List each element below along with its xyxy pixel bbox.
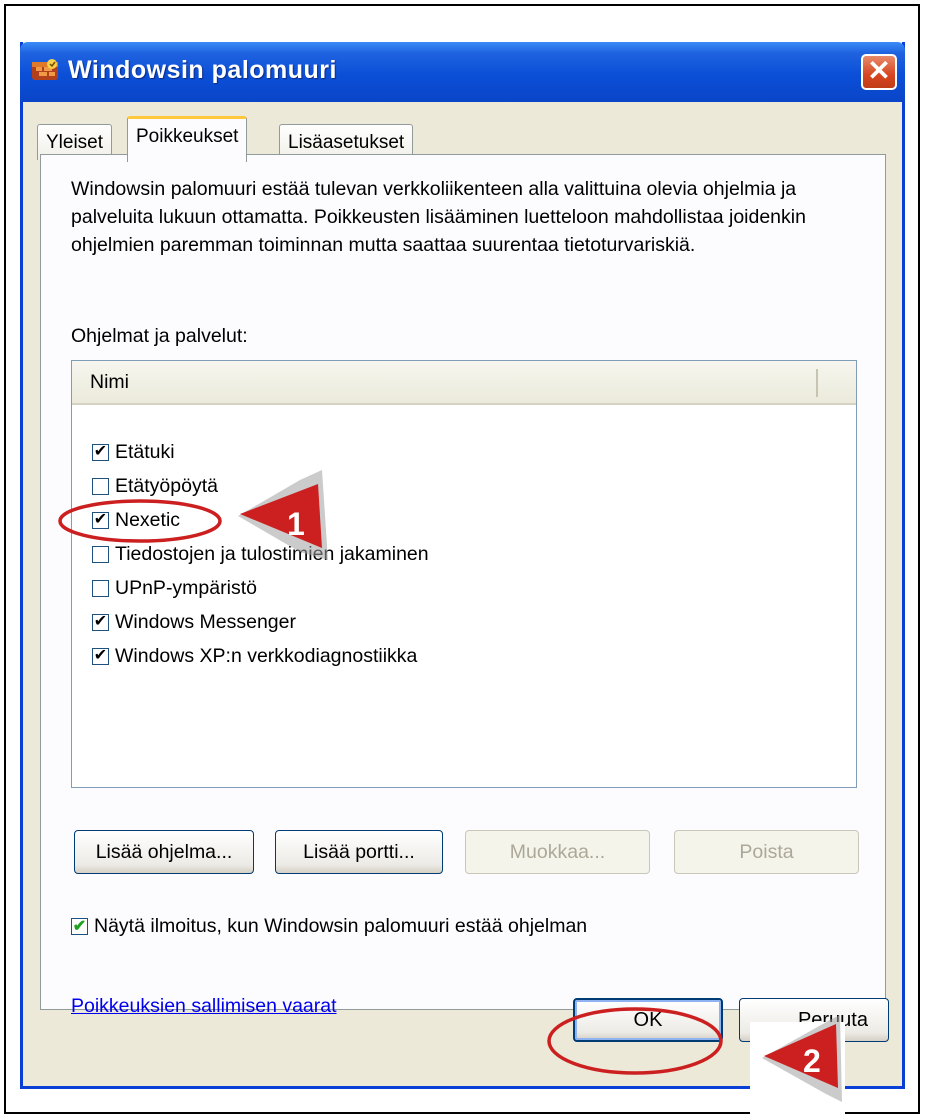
list-item-label: Windows Messenger bbox=[115, 610, 296, 633]
window-title: Windowsin palomuuri bbox=[68, 56, 337, 84]
cancel-button[interactable]: Peruuta bbox=[739, 998, 889, 1042]
list-item-label: Windows XP:n verkkodiagnostiikka bbox=[115, 644, 418, 667]
tab-label: Lisäasetukset bbox=[288, 132, 405, 153]
checkbox-nexetic[interactable]: ✔ bbox=[92, 511, 109, 529]
delete-button[interactable]: Poista bbox=[674, 830, 859, 874]
tab-label: Poikkeukset bbox=[136, 126, 239, 147]
edit-button[interactable]: Muokkaa... bbox=[465, 830, 650, 874]
title-bar[interactable]: Windowsin palomuuri ✕ bbox=[20, 42, 905, 102]
add-port-button[interactable]: Lisää portti... bbox=[275, 830, 443, 874]
checkbox-upnp[interactable] bbox=[92, 579, 109, 597]
exceptions-panel: Windowsin palomuuri estää tulevan verkko… bbox=[40, 154, 886, 1017]
list-item-windows-messenger[interactable]: ✔ Windows Messenger bbox=[92, 605, 429, 639]
close-icon: ✕ bbox=[867, 55, 891, 86]
description-text: Windowsin palomuuri estää tulevan verkko… bbox=[71, 178, 806, 256]
column-header-name: Nimi bbox=[90, 371, 129, 393]
notify-option[interactable]: ✔ Näytä ilmoitus, kun Windowsin palomuur… bbox=[71, 915, 587, 938]
tab-poikkeukset[interactable]: Poikkeukset bbox=[127, 116, 248, 162]
list-item-nexetic[interactable]: ✔ Nexetic bbox=[92, 503, 429, 537]
column-separator[interactable] bbox=[816, 369, 818, 397]
close-button[interactable]: ✕ bbox=[861, 54, 897, 90]
notify-checkbox[interactable]: ✔ bbox=[71, 918, 88, 935]
list-item-etatuki[interactable]: ✔ Etätuki bbox=[92, 435, 429, 469]
list-item-label: Nexetic bbox=[115, 508, 181, 531]
list-item-file-sharing[interactable]: Tiedostojen ja tulostimien jakaminen bbox=[92, 537, 429, 571]
firewall-dialog: Windowsin palomuuri ✕ Yleiset Poikkeukse… bbox=[20, 42, 905, 1089]
programs-listbox[interactable]: Nimi ✔ Etätuki Etätyöpöytä ✔ Nexetic Tie… bbox=[71, 360, 857, 788]
checkbox-etatuki[interactable]: ✔ bbox=[92, 443, 109, 461]
list-item-network-diagnostics[interactable]: ✔ Windows XP:n verkkodiagnostiikka bbox=[92, 639, 429, 673]
checkbox-etatyopoyta[interactable] bbox=[92, 477, 109, 495]
programs-list-label: Ohjelmat ja palvelut: bbox=[71, 325, 248, 347]
programs-list: ✔ Etätuki Etätyöpöytä ✔ Nexetic Tiedosto… bbox=[92, 435, 429, 673]
firewall-icon bbox=[32, 59, 58, 80]
exception-risks-link[interactable]: Poikkeuksien sallimisen vaarat bbox=[71, 995, 337, 1018]
column-header[interactable]: Nimi bbox=[72, 361, 856, 405]
checkbox-windows-messenger[interactable]: ✔ bbox=[92, 613, 109, 631]
list-item-label: UPnP-ympäristö bbox=[115, 576, 257, 599]
list-item-label: Etätuki bbox=[115, 440, 175, 463]
checkbox-network-diagnostics[interactable]: ✔ bbox=[92, 647, 109, 665]
list-item-etatyopoyta[interactable]: Etätyöpöytä bbox=[92, 469, 429, 503]
ok-button[interactable]: OK bbox=[573, 998, 723, 1042]
list-item-upnp[interactable]: UPnP-ympäristö bbox=[92, 571, 429, 605]
add-program-button[interactable]: Lisää ohjelma... bbox=[74, 830, 254, 874]
checkbox-file-sharing[interactable] bbox=[92, 545, 109, 563]
list-item-label: Tiedostojen ja tulostimien jakaminen bbox=[115, 542, 429, 565]
notify-label: Näytä ilmoitus, kun Windowsin palomuuri … bbox=[94, 915, 588, 937]
list-item-label: Etätyöpöytä bbox=[115, 474, 218, 497]
tab-label: Yleiset bbox=[46, 132, 104, 153]
